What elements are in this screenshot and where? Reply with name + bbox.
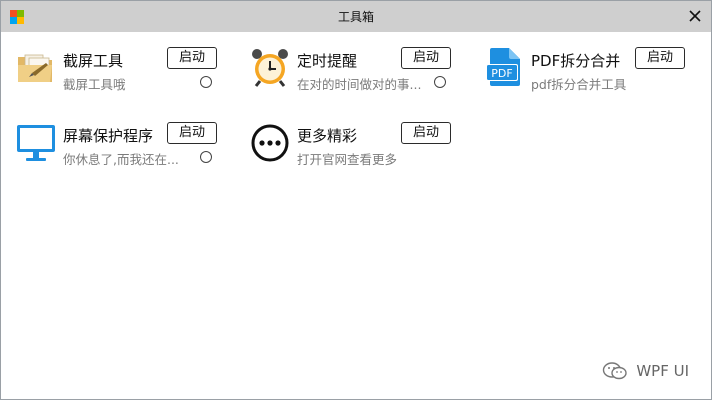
- watermark: WPF UI: [602, 361, 689, 381]
- tool-card-more: 更多精彩 启动 打开官网查看更多: [250, 122, 470, 178]
- tool-name: 截屏工具: [63, 52, 124, 70]
- tool-name: PDF拆分合并: [531, 52, 621, 70]
- tool-card-screensaver: 屏幕保护程序 启动 你休息了,而我还在...: [16, 122, 236, 178]
- toolbox-window: 工具箱 截屏工具 启动 截屏工具哦 定时提醒 启动 在对的时间做对的事... P…: [0, 0, 712, 400]
- start-button[interactable]: 启动: [635, 47, 685, 69]
- screenshot-folder-icon: [16, 47, 56, 87]
- monitor-icon: [16, 122, 56, 162]
- close-icon: [689, 10, 701, 22]
- tool-radio[interactable]: [434, 76, 446, 88]
- start-button[interactable]: 启动: [401, 122, 451, 144]
- title-bar[interactable]: 工具箱: [1, 1, 711, 32]
- wechat-icon: [603, 362, 628, 380]
- tool-description: 你休息了,而我还在...: [63, 152, 179, 167]
- tool-radio[interactable]: [200, 76, 212, 88]
- alarm-clock-icon: [250, 47, 290, 87]
- start-button[interactable]: 启动: [401, 47, 451, 69]
- tool-description: 在对的时间做对的事...: [297, 77, 422, 92]
- window-title: 工具箱: [337, 10, 374, 24]
- tool-radio[interactable]: [200, 151, 212, 163]
- tool-name: 屏幕保护程序: [63, 127, 154, 145]
- tool-card-pdf: PDF PDF拆分合并 启动 pdf拆分合并工具: [484, 47, 704, 103]
- svg-text:PDF: PDF: [491, 67, 512, 80]
- watermark-text: WPF UI: [636, 362, 689, 380]
- close-button[interactable]: [685, 6, 705, 26]
- pdf-file-icon: PDF: [484, 47, 524, 87]
- tool-description: pdf拆分合并工具: [531, 77, 627, 92]
- tool-card-screenshot: 截屏工具 启动 截屏工具哦: [16, 47, 236, 103]
- start-button[interactable]: 启动: [167, 122, 217, 144]
- tool-name: 更多精彩: [297, 127, 358, 145]
- tool-description: 打开官网查看更多: [297, 152, 398, 167]
- tool-name: 定时提醒: [297, 52, 358, 70]
- tool-description: 截屏工具哦: [63, 77, 126, 92]
- more-dots-icon: [250, 122, 290, 162]
- start-button[interactable]: 启动: [167, 47, 217, 69]
- tool-card-timer: 定时提醒 启动 在对的时间做对的事...: [250, 47, 470, 103]
